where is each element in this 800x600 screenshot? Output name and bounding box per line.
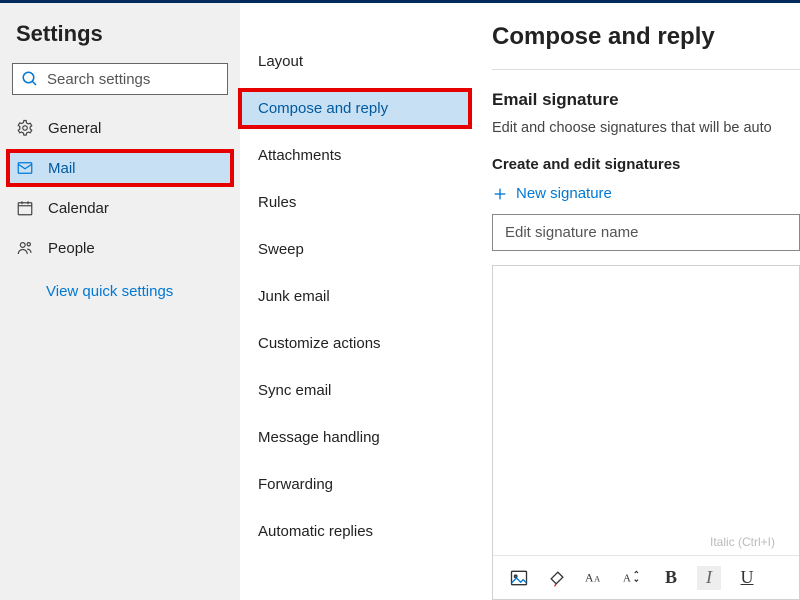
submenu-customize-actions[interactable]: Customize actions (240, 325, 470, 362)
search-placeholder: Search settings (47, 71, 150, 88)
divider (492, 69, 800, 70)
signature-editor-body[interactable] (493, 266, 799, 555)
sidebar-item-label: People (48, 240, 95, 257)
paint-icon (547, 568, 567, 588)
submenu-junk-email[interactable]: Junk email (240, 278, 470, 315)
search-settings-input[interactable]: Search settings (12, 63, 228, 95)
settings-title: Settings (16, 21, 232, 47)
font-icon: AA (584, 568, 606, 588)
gear-icon (16, 119, 34, 137)
plus-icon (492, 186, 508, 202)
detail-title: Compose and reply (492, 23, 800, 51)
bold-button[interactable]: B (659, 566, 683, 590)
editor-toolbar: AA A B I U (493, 555, 799, 599)
people-icon (16, 239, 34, 257)
insert-image-button[interactable] (507, 566, 531, 590)
mail-icon (16, 159, 34, 177)
svg-text:A: A (623, 572, 631, 584)
signature-name-input[interactable]: Edit signature name (492, 214, 800, 251)
submenu-layout[interactable]: Layout (240, 43, 470, 80)
font-size-button[interactable]: A (621, 566, 645, 590)
sidebar-item-label: General (48, 120, 101, 137)
sidebar-item-calendar[interactable]: Calendar (8, 191, 232, 225)
sidebar-item-general[interactable]: General (8, 111, 232, 145)
email-signature-sub: Edit and choose signatures that will be … (492, 120, 800, 136)
sidebar-item-people[interactable]: People (8, 231, 232, 265)
italic-button[interactable]: I (697, 566, 721, 590)
sidebar-item-label: Calendar (48, 200, 109, 217)
search-icon (21, 70, 39, 88)
format-painter-button[interactable] (545, 566, 569, 590)
submenu-rules[interactable]: Rules (240, 184, 470, 221)
new-signature-label: New signature (516, 185, 612, 202)
submenu-forwarding[interactable]: Forwarding (240, 466, 470, 503)
view-quick-settings-link[interactable]: View quick settings (8, 265, 232, 300)
mail-submenu: Layout Compose and reply Attachments Rul… (240, 3, 470, 600)
svg-text:A: A (585, 571, 594, 584)
create-signatures-heading: Create and edit signatures (492, 156, 800, 173)
underline-button[interactable]: U (735, 566, 759, 590)
settings-sidebar: Settings Search settings General Mail Ca… (0, 3, 240, 600)
submenu-automatic-replies[interactable]: Automatic replies (240, 513, 470, 550)
email-signature-heading: Email signature (492, 90, 800, 110)
font-size-icon: A (622, 568, 644, 588)
submenu-attachments[interactable]: Attachments (240, 137, 470, 174)
calendar-icon (16, 199, 34, 217)
font-button[interactable]: AA (583, 566, 607, 590)
submenu-sync-email[interactable]: Sync email (240, 372, 470, 409)
image-icon (509, 568, 529, 588)
sidebar-item-label: Mail (48, 160, 76, 177)
new-signature-button[interactable]: New signature (492, 185, 800, 202)
italic-tooltip: Italic (Ctrl+I) (710, 535, 775, 549)
signature-editor[interactable]: Italic (Ctrl+I) AA A B I U (492, 265, 800, 600)
detail-panel: Compose and reply Email signature Edit a… (470, 3, 800, 600)
submenu-compose-and-reply[interactable]: Compose and reply (240, 90, 470, 127)
submenu-message-handling[interactable]: Message handling (240, 419, 470, 456)
sidebar-item-mail[interactable]: Mail (8, 151, 232, 185)
svg-text:A: A (594, 574, 600, 583)
submenu-sweep[interactable]: Sweep (240, 231, 470, 268)
